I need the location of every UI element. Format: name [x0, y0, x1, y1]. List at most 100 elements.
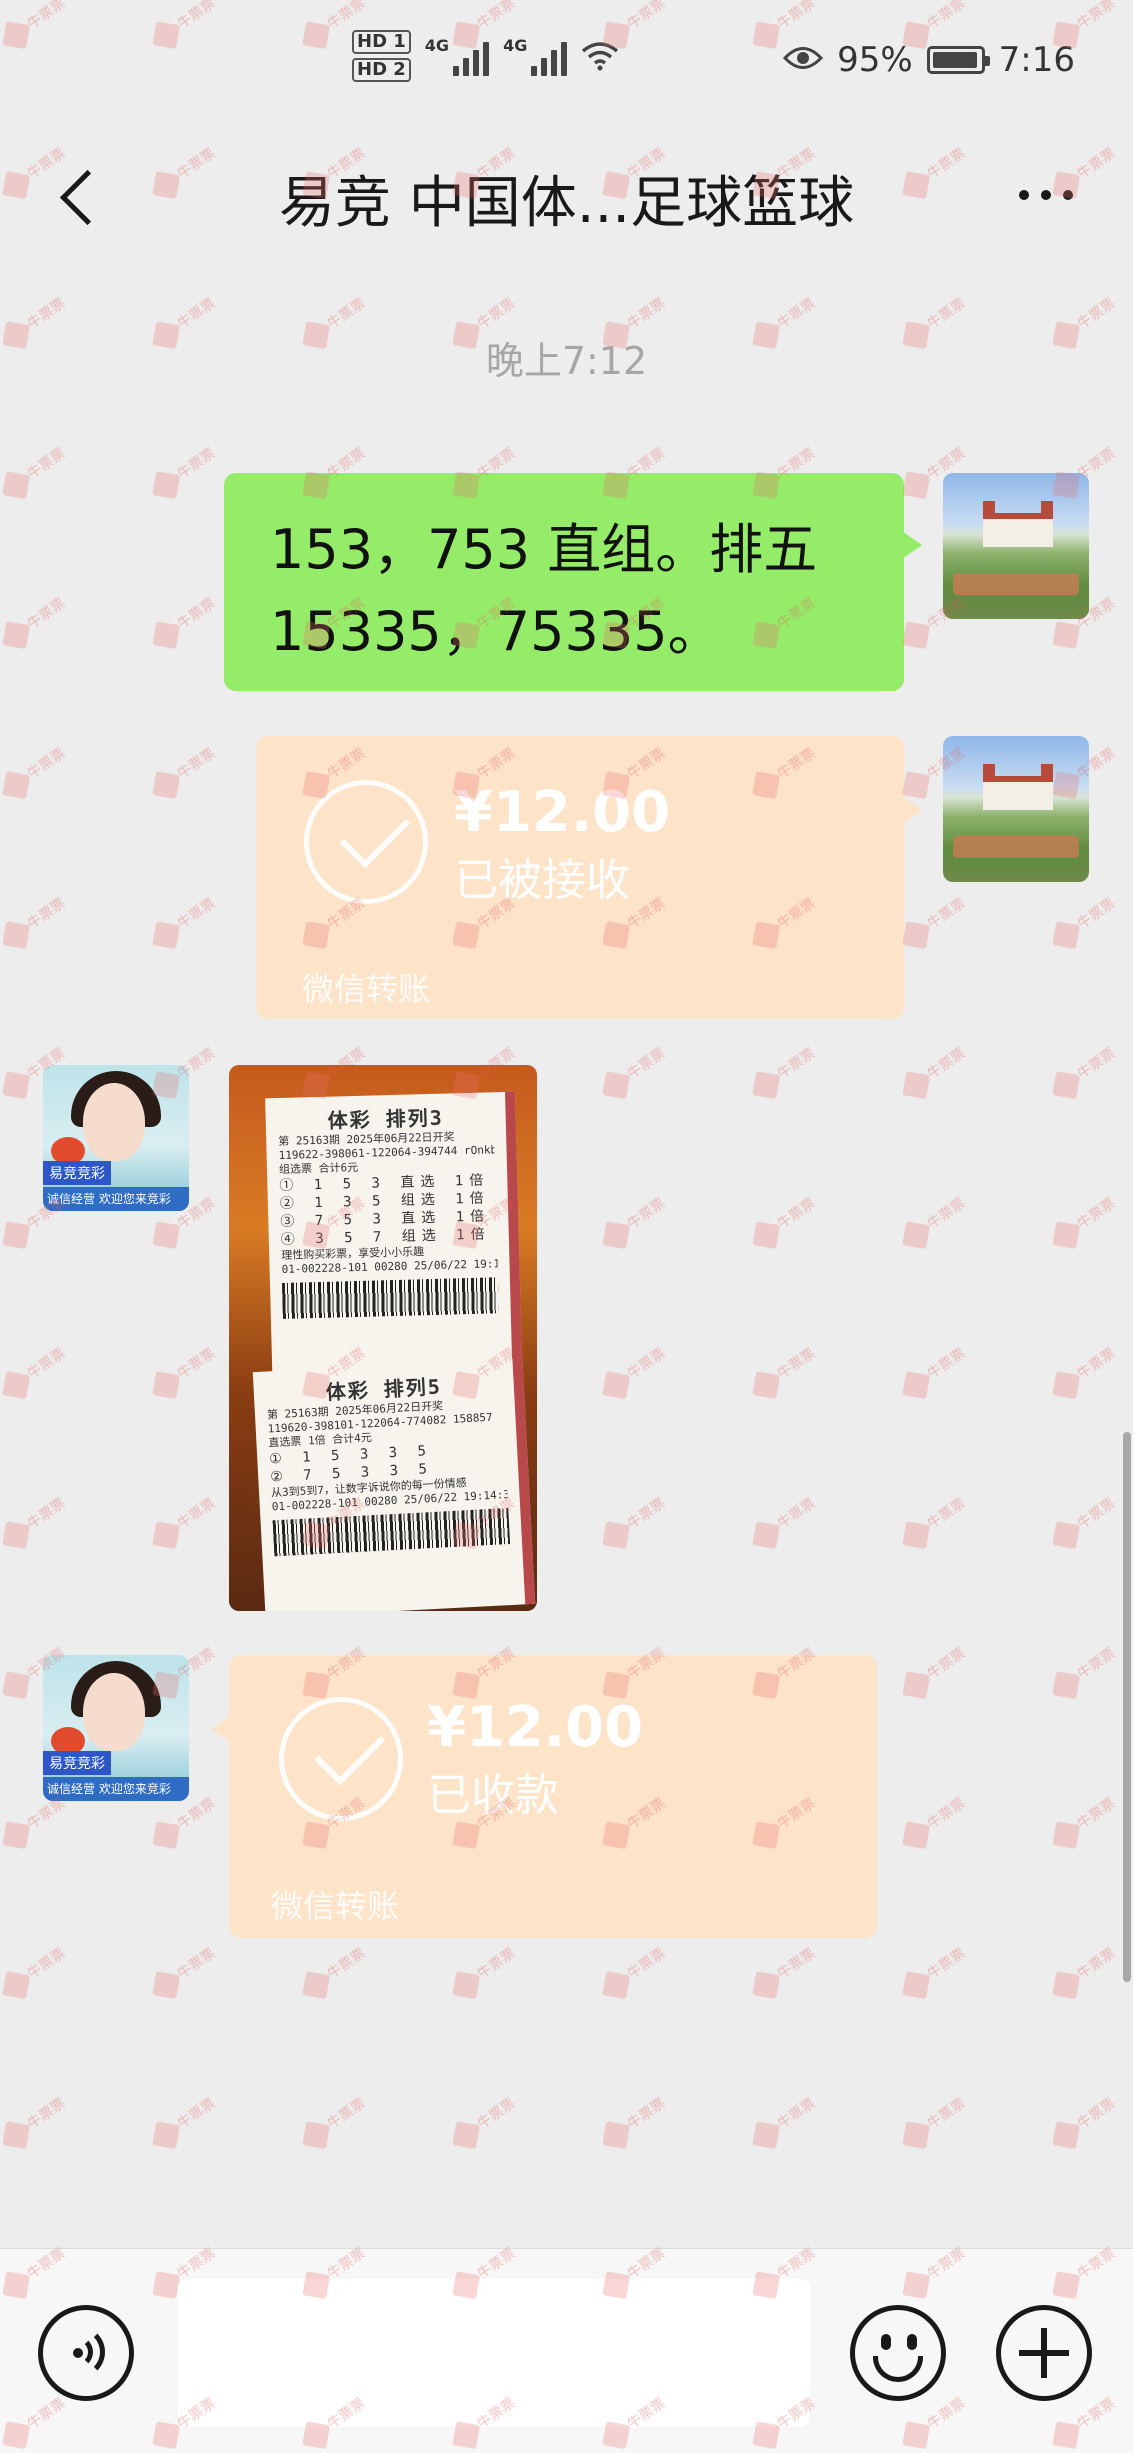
watermark-text: 牛票票	[899, 1792, 970, 1852]
wifi-icon	[581, 41, 619, 71]
barcode	[281, 1277, 499, 1319]
transfer-label: 微信转账	[271, 1887, 400, 1925]
ticket-pailie3: 体彩 排列3 第 25163期 2025年06月22日开奖 119622-398…	[265, 1091, 523, 1399]
watermark-text: 牛票票	[149, 1492, 220, 1552]
watermark-text: 牛票票	[0, 442, 71, 502]
self-avatar[interactable]	[943, 736, 1089, 882]
message-line-2: 15335，75335。	[270, 600, 722, 663]
watermark-text: 牛票票	[449, 1942, 520, 2002]
watermark-text: 牛票票	[449, 2092, 520, 2152]
check-circle-icon	[304, 780, 428, 904]
watermark-text: 牛票票	[149, 442, 220, 502]
more-dots-icon[interactable]	[1019, 190, 1073, 200]
watermark-text: 牛票票	[0, 1492, 71, 1552]
network-2-label: 4G	[503, 36, 528, 55]
transfer-card-received[interactable]: ¥12.00 已收款 微信转账	[211, 1655, 877, 1938]
voice-icon[interactable]	[38, 2305, 134, 2401]
watermark-text: 牛票票	[749, 1492, 820, 1552]
watermark-text: 牛票票	[0, 2092, 71, 2152]
plus-icon[interactable]	[996, 2305, 1092, 2401]
watermark-text: 牛票票	[599, 1342, 670, 1402]
network-1-label: 4G	[424, 36, 450, 55]
transfer-status: 已被接收	[454, 855, 630, 906]
clock: 7:16	[998, 40, 1075, 80]
transfer-amount: ¥12.00	[427, 1695, 644, 1760]
battery-icon	[926, 46, 990, 74]
watermark-text: 牛票票	[149, 1342, 220, 1402]
watermark-text: 牛票票	[0, 1342, 71, 1402]
emoji-icon[interactable]	[850, 2305, 946, 2401]
watermark-text: 牛票票	[1049, 1342, 1120, 1402]
message-timestamp: 晚上7:12	[485, 339, 648, 383]
watermark-text: 牛票票	[899, 1642, 970, 1702]
watermark-text: 牛票票	[1049, 1642, 1120, 1702]
transfer-amount: ¥12.00	[454, 780, 671, 845]
message-line-1: 153，753 直组。排五	[270, 518, 818, 581]
avatar-strip: 诚信经营 欢迎您来竞彩	[43, 1777, 189, 1801]
hd2-badge: HD 2	[352, 58, 411, 82]
watermark-text: 牛票票	[149, 1792, 220, 1852]
ticket-pailie5: 体彩 排列5 第 25163期 2025年06月22日开奖 119620-398…	[252, 1358, 536, 1611]
watermark-text: 牛票票	[749, 2092, 820, 2152]
watermark-text: 牛票票	[899, 1042, 970, 1102]
status-bar: HD 1 HD 2 4G 4G 95% 7:16	[0, 0, 1133, 130]
watermark-text: 牛票票	[149, 1942, 220, 2002]
eye-icon	[782, 40, 824, 80]
contact-avatar[interactable]: 易竞竞彩 诚信经营 欢迎您来竞彩	[43, 1065, 189, 1211]
watermark-text: 牛票票	[1049, 1042, 1120, 1102]
transfer-status: 已收款	[427, 1770, 559, 1821]
watermark-text: 牛票票	[0, 1792, 71, 1852]
watermark-text: 牛票票	[749, 1942, 820, 2002]
watermark-text: 牛票票	[299, 2092, 370, 2152]
watermark-text: 牛票票	[149, 742, 220, 802]
watermark-text: 牛票票	[1049, 1492, 1120, 1552]
watermark-text: 牛票票	[149, 592, 220, 652]
watermark-text: 牛票票	[1049, 1792, 1120, 1852]
watermark-text: 牛票票	[0, 1942, 71, 2002]
signal-1-icon: 4G	[424, 36, 490, 76]
watermark-text: 牛票票	[899, 1942, 970, 2002]
watermark-text: 牛票票	[749, 1192, 820, 1252]
sent-text-bubble[interactable]: 153，753 直组。排五 15335，75335。	[224, 473, 922, 691]
watermark-text: 牛票票	[1049, 1192, 1120, 1252]
watermark-text: 牛票票	[0, 592, 71, 652]
transfer-card-sent[interactable]: ¥12.00 已被接收 微信转账	[256, 736, 922, 1019]
avatar-strip: 诚信经营 欢迎您来竞彩	[43, 1187, 189, 1211]
watermark-text: 牛票票	[1049, 2092, 1120, 2152]
avatar-tag: 易竞竞彩	[43, 1161, 111, 1185]
check-circle-icon	[279, 1697, 403, 1821]
watermark-text: 牛票票	[899, 1192, 970, 1252]
self-avatar[interactable]	[943, 473, 1089, 619]
watermark-text: 牛票票	[899, 1492, 970, 1552]
ticket-photo[interactable]: 体彩 排列3 第 25163期 2025年06月22日开奖 119622-398…	[229, 1065, 537, 1611]
watermark-text: 牛票票	[599, 2092, 670, 2152]
transfer-label: 微信转账	[302, 970, 431, 1008]
input-bar	[0, 2248, 1133, 2453]
barcode	[272, 1508, 511, 1557]
watermark-text: 牛票票	[899, 1342, 970, 1402]
watermark-text: 牛票票	[1049, 1942, 1120, 2002]
watermark-text: 牛票票	[749, 1042, 820, 1102]
watermark-text: 牛票票	[899, 892, 970, 952]
contact-avatar[interactable]: 易竞竞彩 诚信经营 欢迎您来竞彩	[43, 1655, 189, 1801]
watermark-text: 牛票票	[599, 1042, 670, 1102]
watermark-text: 牛票票	[0, 892, 71, 952]
battery-fill	[932, 52, 977, 68]
watermark-text: 牛票票	[149, 892, 220, 952]
signal-group: HD 1 HD 2 4G 4G	[352, 30, 619, 82]
chat-header: 易竞 中国体...足球篮球	[0, 130, 1133, 260]
watermark-text: 牛票票	[749, 1342, 820, 1402]
watermark-text: 牛票票	[599, 1942, 670, 2002]
watermark-text: 牛票票	[899, 2092, 970, 2152]
watermark-text: 牛票票	[599, 1492, 670, 1552]
hd1-badge: HD 1	[352, 30, 411, 54]
watermark-text: 牛票票	[1049, 892, 1120, 952]
avatar-tag: 易竞竞彩	[43, 1751, 111, 1775]
message-input[interactable]	[178, 2279, 810, 2427]
scrollbar[interactable]	[1123, 1432, 1131, 1982]
signal-2-icon: 4G	[503, 36, 568, 76]
watermark-text: 牛票票	[0, 742, 71, 802]
watermark-text: 牛票票	[299, 1942, 370, 2002]
battery-percent: 95%	[837, 40, 913, 80]
watermark-text: 牛票票	[599, 1192, 670, 1252]
